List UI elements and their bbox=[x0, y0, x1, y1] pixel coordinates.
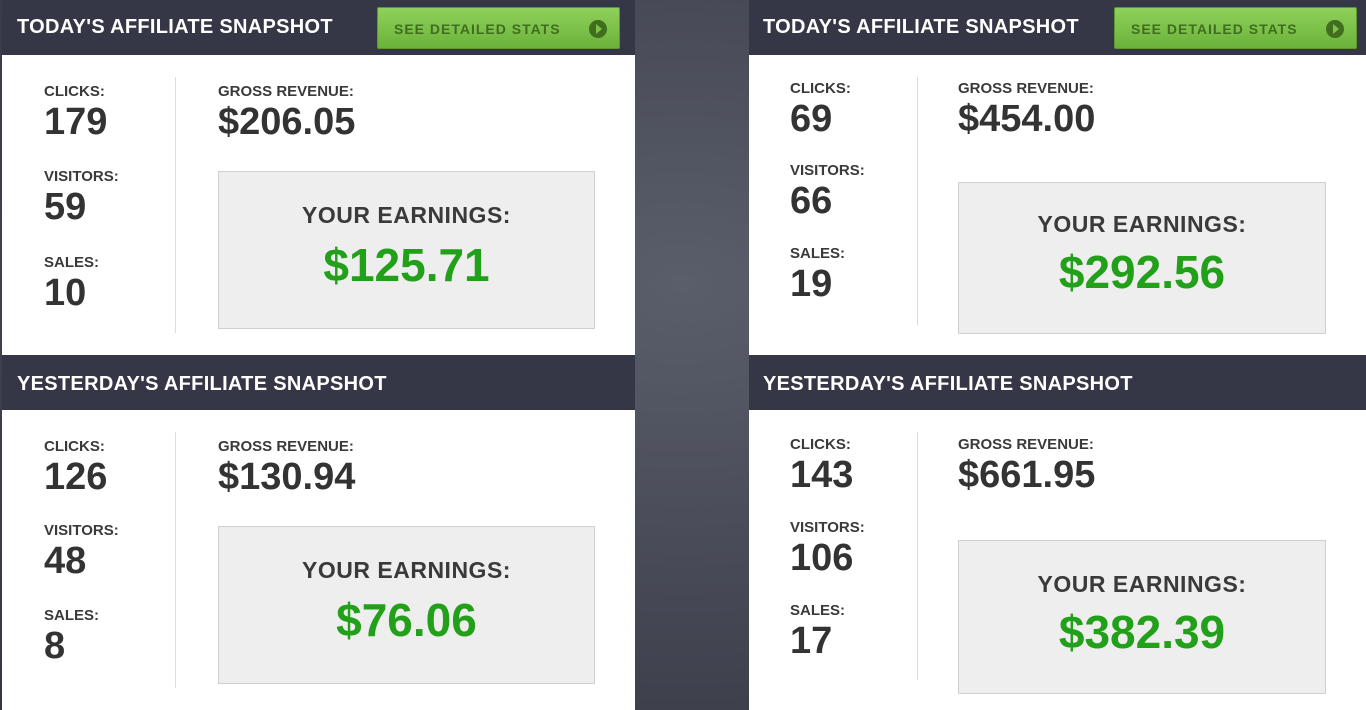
clicks-stat: CLICKS: 69 bbox=[790, 80, 851, 141]
gross-revenue-value: $661.95 bbox=[958, 454, 1096, 496]
sales-stat: SALES: 10 bbox=[44, 254, 99, 315]
gross-revenue-stat: GROSS REVENUE: $454.00 bbox=[958, 80, 1095, 141]
gross-revenue-value: $130.94 bbox=[218, 456, 356, 498]
visitors-label: VISITORS: bbox=[790, 162, 865, 179]
clicks-label: CLICKS: bbox=[44, 83, 105, 100]
visitors-stat: VISITORS: 59 bbox=[44, 168, 119, 229]
gross-revenue-label: GROSS REVENUE: bbox=[958, 80, 1094, 97]
today-snapshot-panel-right: TODAY'S AFFILIATE SNAPSHOT SEE DETAILED … bbox=[749, 0, 1366, 355]
see-detailed-stats-button[interactable]: SEE DETAILED STATS bbox=[1114, 7, 1357, 49]
panel-header: YESTERDAY'S AFFILIATE SNAPSHOT bbox=[2, 355, 635, 410]
gross-revenue-stat: GROSS REVENUE: $130.94 bbox=[218, 438, 355, 499]
clicks-stat: CLICKS: 126 bbox=[44, 438, 107, 499]
earnings-value: $125.71 bbox=[323, 239, 490, 291]
button-label: SEE DETAILED STATS bbox=[1131, 21, 1298, 37]
sales-stat: SALES: 17 bbox=[790, 602, 845, 663]
column-divider bbox=[175, 77, 176, 333]
visitors-label: VISITORS: bbox=[44, 168, 119, 185]
yesterday-snapshot-panel-left: YESTERDAY'S AFFILIATE SNAPSHOT CLICKS: 1… bbox=[2, 355, 635, 710]
earnings-value: $292.56 bbox=[1058, 246, 1226, 298]
panel-body: CLICKS: 126 VISITORS: 48 SALES: 8 GROSS … bbox=[2, 410, 635, 710]
gross-revenue-stat: GROSS REVENUE: $206.05 bbox=[218, 83, 355, 144]
visitors-value: 106 bbox=[790, 537, 854, 579]
visitors-label: VISITORS: bbox=[44, 522, 119, 539]
sales-label: SALES: bbox=[44, 607, 100, 624]
gross-revenue-value: $454.00 bbox=[958, 98, 1096, 140]
visitors-label: VISITORS: bbox=[790, 519, 865, 536]
earnings-label: YOUR EARNINGS: bbox=[1037, 571, 1247, 597]
gross-revenue-label: GROSS REVENUE: bbox=[958, 436, 1094, 453]
yesterday-snapshot-panel-right: YESTERDAY'S AFFILIATE SNAPSHOT CLICKS: 1… bbox=[749, 355, 1366, 710]
gross-revenue-stat: GROSS REVENUE: $661.95 bbox=[958, 436, 1095, 497]
earnings-box: YOUR EARNINGS: $125.71 bbox=[218, 171, 595, 329]
sales-label: SALES: bbox=[790, 602, 846, 619]
sales-value: 10 bbox=[44, 272, 87, 314]
column-divider bbox=[917, 77, 918, 325]
gross-revenue-value: $206.05 bbox=[218, 101, 356, 143]
button-label: SEE DETAILED STATS bbox=[394, 21, 561, 37]
earnings-label: YOUR EARNINGS: bbox=[1037, 211, 1247, 237]
clicks-label: CLICKS: bbox=[790, 436, 851, 453]
visitors-value: 59 bbox=[44, 186, 87, 228]
clicks-value: 69 bbox=[790, 98, 833, 140]
sales-value: 17 bbox=[790, 620, 833, 662]
today-snapshot-panel-left: TODAY'S AFFILIATE SNAPSHOT SEE DETAILED … bbox=[2, 0, 635, 355]
visitors-stat: VISITORS: 66 bbox=[790, 162, 865, 223]
earnings-box: YOUR EARNINGS: $76.06 bbox=[218, 526, 595, 684]
see-detailed-stats-button[interactable]: SEE DETAILED STATS bbox=[377, 7, 620, 49]
clicks-stat: CLICKS: 179 bbox=[44, 83, 107, 144]
sales-value: 19 bbox=[790, 263, 833, 305]
sales-stat: SALES: 19 bbox=[790, 245, 845, 306]
earnings-value: $76.06 bbox=[336, 594, 477, 646]
sales-label: SALES: bbox=[44, 254, 100, 271]
clicks-label: CLICKS: bbox=[44, 438, 105, 455]
panel-title: TODAY'S AFFILIATE SNAPSHOT bbox=[17, 16, 333, 38]
panel-title: YESTERDAY'S AFFILIATE SNAPSHOT bbox=[17, 373, 387, 395]
column-divider bbox=[175, 432, 176, 688]
clicks-value: 126 bbox=[44, 456, 108, 498]
column-divider bbox=[917, 432, 918, 680]
clicks-stat: CLICKS: 143 bbox=[790, 436, 853, 497]
earnings-label: YOUR EARNINGS: bbox=[302, 202, 511, 228]
panel-title: YESTERDAY'S AFFILIATE SNAPSHOT bbox=[763, 373, 1133, 395]
panel-body: CLICKS: 143 VISITORS: 106 SALES: 17 GROS… bbox=[749, 410, 1366, 710]
sales-stat: SALES: 8 bbox=[44, 607, 99, 668]
panel-body: CLICKS: 179 VISITORS: 59 SALES: 10 GROSS… bbox=[2, 55, 635, 355]
earnings-value: $382.39 bbox=[1058, 606, 1226, 658]
visitors-value: 48 bbox=[44, 540, 87, 582]
sales-label: SALES: bbox=[790, 245, 846, 262]
clicks-label: CLICKS: bbox=[790, 80, 851, 97]
gross-revenue-label: GROSS REVENUE: bbox=[218, 83, 354, 100]
earnings-label: YOUR EARNINGS: bbox=[302, 557, 511, 583]
panel-title: TODAY'S AFFILIATE SNAPSHOT bbox=[763, 16, 1079, 38]
earnings-box: YOUR EARNINGS: $292.56 bbox=[958, 182, 1326, 334]
panel-header: TODAY'S AFFILIATE SNAPSHOT SEE DETAILED … bbox=[2, 0, 635, 55]
gross-revenue-label: GROSS REVENUE: bbox=[218, 438, 354, 455]
arrow-circle-right-icon bbox=[589, 20, 607, 38]
sales-value: 8 bbox=[44, 625, 66, 667]
earnings-box: YOUR EARNINGS: $382.39 bbox=[958, 540, 1326, 694]
visitors-stat: VISITORS: 48 bbox=[44, 522, 119, 583]
clicks-value: 143 bbox=[790, 454, 854, 496]
panel-header: YESTERDAY'S AFFILIATE SNAPSHOT bbox=[749, 355, 1366, 410]
arrow-circle-right-icon bbox=[1326, 20, 1344, 38]
visitors-stat: VISITORS: 106 bbox=[790, 519, 865, 580]
clicks-value: 179 bbox=[44, 101, 108, 143]
panel-body: CLICKS: 69 VISITORS: 66 SALES: 19 GROSS … bbox=[749, 55, 1366, 355]
visitors-value: 66 bbox=[790, 180, 833, 222]
panel-header: TODAY'S AFFILIATE SNAPSHOT SEE DETAILED … bbox=[749, 0, 1366, 55]
